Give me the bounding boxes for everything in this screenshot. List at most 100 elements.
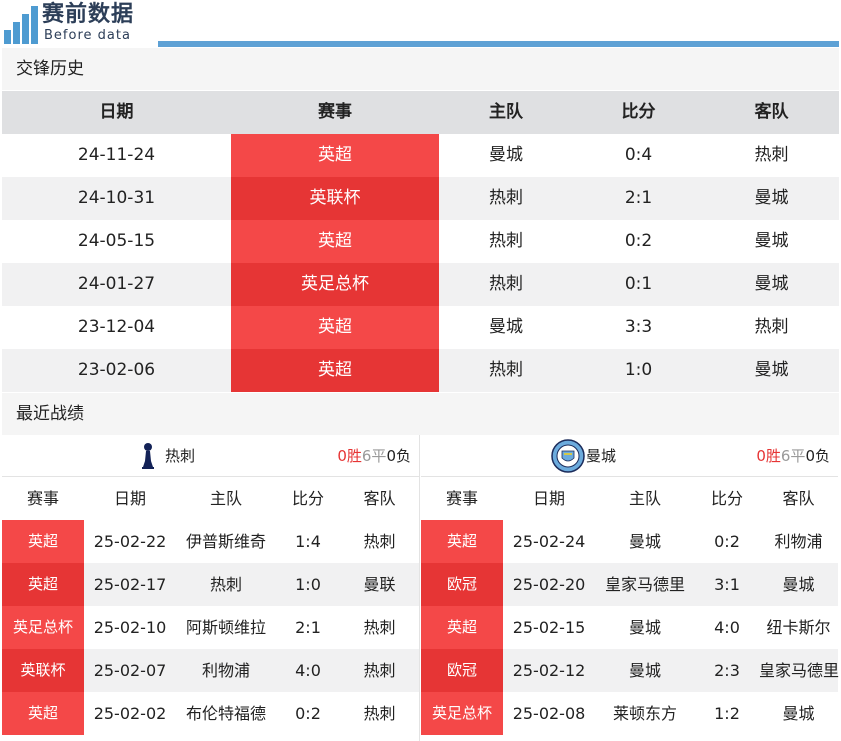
competition-badge: 英足总杯 <box>421 692 503 735</box>
home-team: 热刺 <box>489 188 523 208</box>
form-row[interactable]: 英足总杯 25-02-08 莱顿东方 1:2 曼城 <box>421 692 838 735</box>
home-team: 莱顿东方 <box>612 704 677 723</box>
match-date: 25-02-08 <box>512 704 586 723</box>
competition-badge: 英超 <box>231 306 439 349</box>
form-row[interactable]: 英联杯 25-02-07 利物浦 4:0 热刺 <box>2 649 419 692</box>
form-row[interactable]: 英超 25-02-02 布伦特福德 0:2 热刺 <box>2 692 419 735</box>
col-header-home: 主队 <box>489 102 523 122</box>
competition-badge: 英超 <box>421 606 503 649</box>
match-date: 25-02-22 <box>93 532 167 551</box>
h2h-row[interactable]: 24-11-24 英超 曼城 0:4 热刺 <box>2 134 839 177</box>
match-score: 1:2 <box>714 704 740 723</box>
match-score: 0:2 <box>295 704 321 723</box>
h2h-row[interactable]: 24-01-27 英足总杯 热刺 0:1 曼城 <box>2 263 839 306</box>
competition-badge: 英联杯 <box>2 649 84 692</box>
competition-badge: 英足总杯 <box>231 263 439 306</box>
competition-badge: 英超 <box>2 563 84 606</box>
home-team: 热刺 <box>209 575 242 594</box>
match-score: 2:1 <box>295 618 321 637</box>
h2h-row[interactable]: 23-02-06 英超 热刺 1:0 曼城 <box>2 349 839 392</box>
match-date: 24-01-27 <box>77 274 156 294</box>
away-team: 热刺 <box>363 704 396 723</box>
competition-badge: 英超 <box>2 520 84 563</box>
team-bar-right: 曼城 0胜6平0负 <box>421 435 838 477</box>
match-date: 25-02-02 <box>93 704 167 723</box>
team-bar-left: 热刺 0胜6平0负 <box>2 435 419 477</box>
match-score: 3:3 <box>624 317 653 337</box>
home-team: 热刺 <box>489 231 523 251</box>
away-team: 曼城 <box>754 188 789 208</box>
match-date: 25-02-07 <box>93 661 167 680</box>
match-date: 25-02-10 <box>93 618 167 637</box>
col-header-date: 日期 <box>532 489 565 508</box>
match-score: 1:0 <box>295 575 321 594</box>
home-team: 曼城 <box>489 145 523 165</box>
logo-title: 赛前数据 <box>42 2 135 27</box>
h2h-row[interactable]: 23-12-04 英超 曼城 3:3 热刺 <box>2 306 839 349</box>
record-right: 0胜6平0负 <box>756 447 830 465</box>
competition-badge: 英超 <box>231 349 439 392</box>
col-header-away: 客队 <box>363 489 396 508</box>
recent-form-left: 热刺 0胜6平0负 赛事 日期 主队 比分 客队 英超 25-02-22 伊普斯维奇… <box>2 435 419 735</box>
match-date: 25-02-17 <box>93 575 167 594</box>
col-header-away: 客队 <box>754 102 789 122</box>
col-header-away: 客队 <box>782 489 815 508</box>
competition-badge: 英超 <box>231 134 439 177</box>
col-header-score: 比分 <box>710 489 743 508</box>
match-date: 25-02-24 <box>512 532 586 551</box>
col-header-home: 主队 <box>209 489 242 508</box>
form-row[interactable]: 英足总杯 25-02-10 阿斯顿维拉 2:1 热刺 <box>2 606 419 649</box>
match-score: 2:1 <box>624 188 653 208</box>
man-city-crest-icon <box>551 439 585 473</box>
form-row[interactable]: 英超 25-02-22 伊普斯维奇 1:4 热刺 <box>2 520 419 563</box>
col-header-competition: 赛事 <box>26 489 59 508</box>
col-header-home: 主队 <box>628 489 661 508</box>
form-row[interactable]: 欧冠 25-02-12 曼城 2:3 皇家马德里 <box>421 649 839 692</box>
match-date: 24-10-31 <box>77 188 156 208</box>
form-row[interactable]: 英超 25-02-17 热刺 1:0 曼联 <box>2 563 419 606</box>
competition-badge: 英超 <box>231 220 439 263</box>
home-team: 布伦特福德 <box>185 704 266 723</box>
col-header-score: 比分 <box>291 489 324 508</box>
home-team: 利物浦 <box>201 661 250 680</box>
site-logo: 赛前数据 Before data <box>0 0 160 46</box>
h2h-table-body: 24-11-24 英超 曼城 0:4 热刺 24-10-31 英联杯 热刺 2:1 曼城 24-05… <box>2 134 839 392</box>
recent-form-right: 曼城 0胜6平0负 赛事 日期 主队 比分 客队 英超 25-02-24 曼城 0:2… <box>421 435 839 735</box>
home-team: 曼城 <box>628 618 661 637</box>
form-table-header-right: 赛事 日期 主队 比分 客队 <box>421 477 838 520</box>
competition-badge: 英超 <box>421 520 503 563</box>
match-date: 25-02-12 <box>512 661 586 680</box>
bar-chart-logo-icon <box>4 6 40 44</box>
column-divider <box>419 435 420 741</box>
away-team: 曼城 <box>754 231 789 251</box>
away-team: 利物浦 <box>774 532 823 551</box>
form-table-body-right: 英超 25-02-24 曼城 0:2 利物浦 欧冠 25-02-20 皇家马德里 3:1 曼城 英超… <box>421 520 839 735</box>
col-header-competition: 赛事 <box>445 489 478 508</box>
col-header-score: 比分 <box>621 102 656 122</box>
away-team: 热刺 <box>363 661 396 680</box>
recent-section-title: 最近战绩 <box>2 393 839 435</box>
competition-badge: 英超 <box>2 692 84 735</box>
competition-badge: 欧冠 <box>421 649 503 692</box>
home-team: 曼城 <box>628 532 661 551</box>
h2h-table: 日期 赛事 主队 比分 客队 24-11-24 英超 曼城 0:4 热刺 24-10-31… <box>2 91 839 392</box>
form-row[interactable]: 英超 25-02-15 曼城 4:0 纽卡斯尔 <box>421 606 838 649</box>
team-name-left: 热刺 <box>165 447 196 465</box>
form-row[interactable]: 欧冠 25-02-20 皇家马德里 3:1 曼城 <box>421 563 838 606</box>
away-team: 热刺 <box>754 317 789 337</box>
match-score: 0:1 <box>624 274 653 294</box>
match-score: 3:1 <box>714 575 740 594</box>
match-date: 23-02-06 <box>77 360 156 380</box>
away-team: 热刺 <box>363 532 396 551</box>
away-team: 曼城 <box>754 274 789 294</box>
team-name-right: 曼城 <box>586 447 617 465</box>
header-divider <box>158 41 839 47</box>
home-team: 阿斯顿维拉 <box>185 618 266 637</box>
form-row[interactable]: 英超 25-02-24 曼城 0:2 利物浦 <box>421 520 838 563</box>
h2h-row[interactable]: 24-10-31 英联杯 热刺 2:1 曼城 <box>2 177 839 220</box>
tottenham-crest-icon <box>142 443 154 469</box>
home-team: 皇家马德里 <box>604 575 685 594</box>
h2h-row[interactable]: 24-05-15 英超 热刺 0:2 曼城 <box>2 220 839 263</box>
form-table-body-left: 英超 25-02-22 伊普斯维奇 1:4 热刺 英超 25-02-17 热刺 1:0 曼联 英足总… <box>2 520 419 735</box>
col-header-date: 日期 <box>99 102 134 122</box>
